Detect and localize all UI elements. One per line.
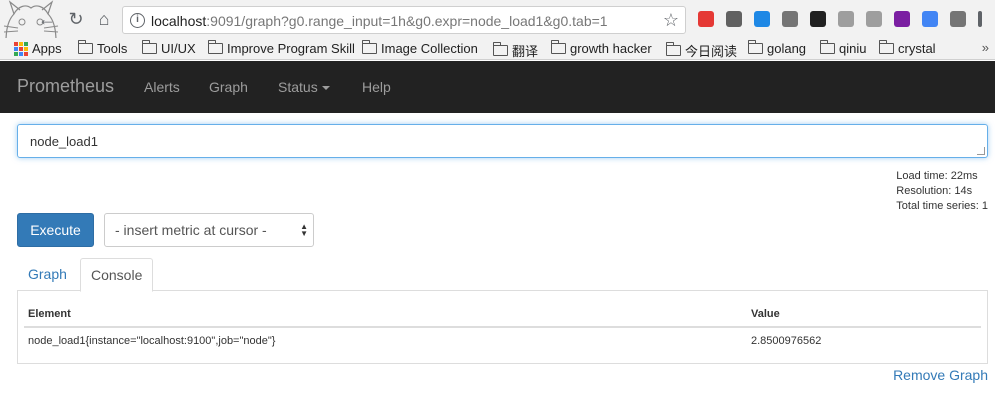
- column-header-element: Element: [28, 308, 71, 320]
- folder-icon: [551, 40, 566, 54]
- bookmark-folder[interactable]: golang: [748, 40, 806, 56]
- qr-extension-icon[interactable]: [810, 11, 826, 27]
- bookmarks-bar: Apps Tools UI/UX Improve Program Skill Imag…: [0, 38, 995, 60]
- bookmark-star-icon[interactable]: ☆: [663, 10, 679, 31]
- tab-graph[interactable]: Graph: [18, 258, 77, 291]
- select-arrows-icon: ▲ ▼: [300, 222, 308, 238]
- bookmark-folder[interactable]: Improve Program Skill: [208, 40, 355, 56]
- bookmark-folder[interactable]: crystal: [879, 40, 936, 56]
- translate-extension-icon[interactable]: [922, 11, 938, 27]
- menu-icon[interactable]: [978, 11, 982, 27]
- nav-help[interactable]: Help: [362, 79, 391, 95]
- address-bar[interactable]: i localhost:9091/graph?g0.range_input=1h…: [122, 6, 686, 34]
- brand-link[interactable]: Prometheus: [17, 76, 114, 97]
- query-stats: Load time: 22ms Resolution: 14s Total ti…: [896, 169, 988, 214]
- url-text[interactable]: localhost:9091/graph?g0.range_input=1h&g…: [151, 13, 608, 29]
- header-divider: [24, 326, 981, 328]
- tab-extension-icon[interactable]: [866, 11, 882, 27]
- bookmark-folder[interactable]: growth hacker: [551, 40, 652, 56]
- opera-extension-icon[interactable]: [698, 11, 714, 27]
- folder-icon: [208, 40, 223, 54]
- remove-graph-link[interactable]: Remove Graph: [893, 367, 988, 383]
- total-series: Total time series: 1: [896, 200, 988, 212]
- folder-icon: [748, 40, 763, 54]
- nav-graph[interactable]: Graph: [209, 79, 248, 95]
- apps-grid-icon: [14, 41, 28, 56]
- tab-console[interactable]: Console: [80, 258, 154, 292]
- folder-icon: [666, 42, 681, 56]
- bookmark-folder[interactable]: 翻译: [493, 41, 538, 60]
- settings-extension-icon[interactable]: [726, 11, 742, 27]
- column-header-value: Value: [751, 308, 780, 320]
- nav-alerts[interactable]: Alerts: [144, 79, 180, 95]
- resize-handle-icon[interactable]: [977, 147, 985, 155]
- onenote-extension-icon[interactable]: [894, 11, 910, 27]
- folder-icon: [879, 40, 894, 54]
- tab-bar: Graph Console: [17, 258, 988, 292]
- camera-extension-icon[interactable]: [950, 11, 966, 27]
- bookmarks-overflow-button[interactable]: »: [982, 40, 989, 55]
- folder-icon: [493, 42, 508, 56]
- prometheus-navbar: Prometheus Alerts Graph Status Help: [0, 61, 995, 113]
- table-row-value: 2.8500976562: [751, 335, 822, 347]
- console-table: Element Value node_load1{instance="local…: [17, 291, 988, 364]
- back-button[interactable]: ←: [37, 9, 57, 29]
- caret-down-icon: [321, 86, 330, 91]
- browser-toolbar: ← ↻ ⌂ i localhost:9091/graph?g0.range_in…: [0, 0, 995, 59]
- a-extension-icon[interactable]: [754, 11, 770, 27]
- expression-input[interactable]: node_load1: [17, 124, 988, 158]
- table-row-element: node_load1{instance="localhost:9100",job…: [28, 335, 276, 347]
- info-icon[interactable]: i: [130, 13, 145, 28]
- bookmark-apps[interactable]: Apps: [14, 41, 62, 56]
- load-time: Load time: 22ms: [896, 170, 978, 182]
- insert-metric-select[interactable]: - insert metric at cursor - ▲ ▼: [104, 213, 314, 247]
- bookmark-folder[interactable]: 今日阅读: [666, 41, 737, 60]
- folder-icon: [362, 40, 377, 54]
- folder-icon: [142, 40, 157, 54]
- bookmark-folder[interactable]: Tools: [78, 40, 127, 56]
- page-extension-icon[interactable]: [838, 11, 854, 27]
- bookmark-folder[interactable]: qiniu: [820, 40, 866, 56]
- folder-icon: [820, 40, 835, 54]
- circle-extension-icon[interactable]: [782, 11, 798, 27]
- home-button[interactable]: ⌂: [94, 9, 114, 29]
- nav-status-dropdown[interactable]: Status: [278, 79, 330, 95]
- folder-icon: [78, 40, 93, 54]
- bookmark-folder[interactable]: UI/UX: [142, 40, 196, 56]
- resolution: Resolution: 14s: [896, 185, 973, 197]
- reload-button[interactable]: ↻: [66, 9, 86, 29]
- bookmark-folder[interactable]: Image Collection: [362, 40, 478, 56]
- execute-button[interactable]: Execute: [17, 213, 94, 247]
